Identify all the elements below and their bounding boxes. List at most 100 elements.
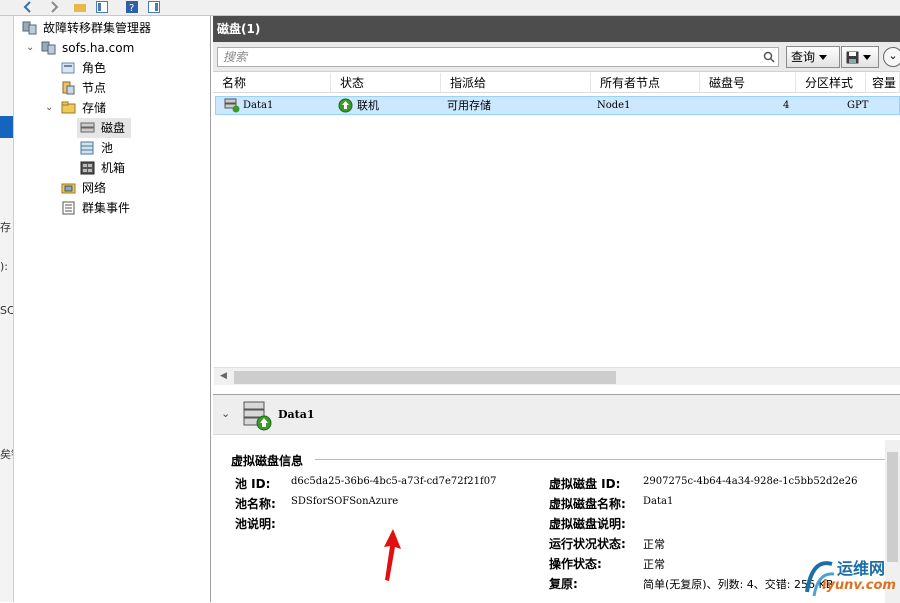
online-status-icon [338, 98, 353, 113]
pool-id-value: d6c5da25-36b6-4bc5-a73f-cd7e72f21f07 [291, 476, 497, 487]
background-fragment: 矣针 [0, 448, 13, 461]
tree-item-pools[interactable]: 池 [15, 138, 211, 158]
background-fragment: SC [0, 304, 14, 317]
watermark-text-en: iyunv.com [822, 578, 896, 593]
tree-item-label: 角色 [82, 61, 107, 75]
cell-partition-style: GPT [847, 100, 869, 111]
horizontal-scrollbar[interactable]: ◀ [214, 367, 900, 385]
cell-name: Data1 [243, 100, 274, 111]
dropdown-arrow-icon [863, 55, 871, 60]
vdisk-description-label: 虚拟磁盘说明: [549, 517, 626, 531]
column-header-status[interactable]: 状态 [331, 73, 441, 93]
scroll-left-icon[interactable]: ◀ [220, 371, 227, 381]
background-fragment: 存 [0, 221, 11, 234]
details-pane: ⌄ Data1 虚拟磁盘信息 池 ID: d6c5da25-36b6-4bc5-… [213, 394, 900, 603]
column-header-partition-style[interactable]: 分区样式 [796, 73, 866, 93]
details-header: ⌄ Data1 [213, 395, 900, 435]
tree-item-networks[interactable]: 网络 [15, 178, 211, 198]
background-fragment: ): [0, 260, 8, 273]
group-title: 虚拟磁盘信息 [231, 454, 304, 468]
column-header-capacity[interactable]: 容量 [866, 73, 900, 93]
cell-disk-number: 4 [783, 100, 790, 111]
tree-item-nodes[interactable]: 节点 [15, 78, 211, 98]
collapse-chevron-icon[interactable]: ⌄ [221, 407, 230, 420]
tree-item-label: sofs.ha.com [62, 41, 135, 55]
table-header: 名称 状态 指派给 所有者节点 磁盘号 分区样式 容量 [213, 73, 900, 93]
help-icon[interactable]: ? [126, 1, 138, 13]
enclosure-icon [80, 161, 95, 175]
tree-item-label: 故障转移群集管理器 [43, 21, 152, 35]
search-icon[interactable] [763, 51, 775, 63]
watermark-text-cn: 运维网 [837, 559, 886, 578]
query-button[interactable]: 查询 [786, 46, 840, 68]
search-input[interactable]: 搜索 [217, 47, 779, 67]
save-query-button[interactable] [841, 46, 879, 68]
pane-title: 磁盘(1) [213, 16, 900, 42]
details-title: Data1 [278, 408, 315, 421]
chevron-down-icon[interactable]: ⌄ [45, 98, 53, 118]
tree-item-disks[interactable]: 磁盘 [77, 118, 131, 138]
column-header-owner-node[interactable]: 所有者节点 [591, 73, 700, 93]
pool-name-value: SDSforSOFSonAzure [291, 496, 399, 507]
cell-assigned-to: 可用存储 [447, 99, 491, 112]
network-icon [61, 183, 76, 194]
scrollbar-thumb[interactable] [234, 371, 616, 384]
roles-icon [61, 62, 75, 74]
vdisk-id-value: 2907275c-4b64-4a34-928e-1c5bb52d2e26 [643, 476, 858, 487]
vdisk-id-label: 虚拟磁盘 ID: [549, 477, 621, 491]
tree-item-root[interactable]: 故障转移群集管理器 [15, 18, 211, 38]
console-tree-icon[interactable] [96, 1, 108, 13]
pool-icon [80, 141, 94, 155]
chevron-down-icon[interactable]: ⌄ [26, 38, 34, 58]
tree-item-cluster-events[interactable]: 群集事件 [15, 198, 211, 218]
operational-status-label: 操作状态: [549, 557, 602, 571]
column-header-disk-number[interactable]: 磁盘号 [700, 73, 796, 93]
vdisk-name-label: 虚拟磁盘名称: [549, 497, 626, 511]
pool-name-label: 池名称: [235, 497, 276, 511]
pool-id-label: 池 ID: [235, 477, 271, 491]
tree-item-label: 节点 [82, 81, 107, 95]
cell-status: 联机 [357, 99, 379, 112]
scrollbar-thumb[interactable] [887, 452, 898, 562]
tree-item-enclosures[interactable]: 机箱 [15, 158, 211, 178]
back-icon[interactable] [22, 1, 34, 13]
red-arrow-annotation [384, 529, 401, 581]
operational-status-value: 正常 [643, 558, 665, 571]
watermark: 运维网 iyunv.com [800, 548, 900, 602]
tree-item-label: 存储 [82, 101, 107, 115]
column-header-name[interactable]: 名称 [213, 73, 331, 93]
expand-toggle-icon[interactable]: ⌄ [883, 47, 900, 67]
tree-item-storage[interactable]: ⌄ 存储 [15, 98, 211, 118]
nodes-icon [62, 81, 75, 95]
tree-item-roles[interactable]: 角色 [15, 58, 211, 78]
forward-icon[interactable] [48, 1, 60, 13]
results-pane: 磁盘(1) 搜索 查询 ⌄ 名称 状态 指派给 所有者节点 磁盘号 分区样式 容… [213, 16, 900, 603]
pool-description-label: 池说明: [235, 517, 276, 531]
dropdown-arrow-icon [819, 55, 828, 60]
resiliency-label: 复原: [549, 577, 578, 591]
cluster-manager-icon [22, 21, 37, 35]
tree-item-label: 群集事件 [82, 201, 131, 215]
tree-item-label: 池 [101, 141, 114, 155]
disk-online-icon [243, 401, 272, 431]
health-status-value: 正常 [643, 538, 665, 551]
event-log-icon [62, 201, 75, 215]
query-button-label: 查询 [791, 50, 816, 64]
cluster-icon [41, 41, 56, 55]
save-icon [846, 51, 859, 64]
disk-icon [224, 98, 240, 113]
tree-item-label: 机箱 [101, 161, 126, 175]
tree-item-cluster[interactable]: ⌄ sofs.ha.com [15, 38, 211, 58]
storage-icon [61, 101, 76, 114]
column-header-assigned-to[interactable]: 指派给 [441, 73, 591, 93]
action-pane-icon[interactable] [148, 1, 160, 13]
table-row[interactable]: Data1 联机 可用存储 Node1 4 GPT [215, 96, 900, 115]
tree-item-label: 磁盘 [101, 121, 126, 135]
background-window-accent [0, 116, 13, 138]
folder-icon[interactable] [74, 1, 86, 13]
health-status-label: 运行状况状态: [549, 537, 626, 551]
vdisk-name-value: Data1 [643, 496, 674, 507]
background-window-slice: 存 ): SC 矣针 [0, 16, 14, 602]
svg-text:?: ? [129, 3, 134, 13]
console-tree: 故障转移群集管理器 ⌄ sofs.ha.com 角色 节点 ⌄ 存储 磁盘 池 … [15, 16, 211, 602]
